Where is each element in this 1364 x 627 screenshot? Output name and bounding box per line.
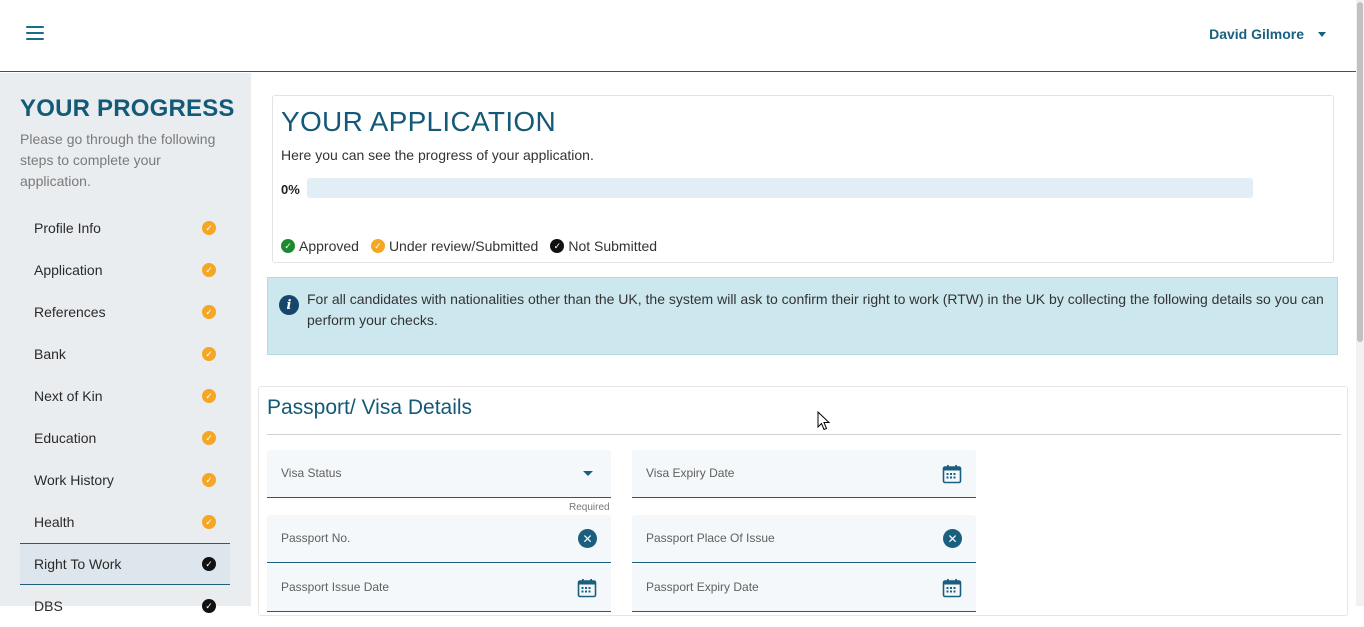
rtw-info-text: For all candidates with nationalities ot…	[307, 291, 1324, 328]
sidebar-step-label: Right To Work	[34, 556, 122, 572]
check-icon: ✓	[202, 431, 216, 445]
application-card: YOUR APPLICATION Here you can see the pr…	[272, 95, 1334, 263]
clear-icon[interactable]: ✕	[578, 529, 597, 548]
sidebar-step-label: Bank	[34, 346, 66, 362]
section-title: Passport/ Visa Details	[267, 396, 473, 419]
check-icon: ✓	[202, 515, 216, 529]
sidebar-step[interactable]: Next of Kin ✓	[20, 375, 230, 417]
passport-visa-section: Passport/ Visa Details Visa Status Requi…	[258, 386, 1348, 616]
check-icon: ✓	[202, 557, 216, 571]
sidebar-step-label: Health	[34, 514, 75, 530]
sidebar-step[interactable]: Right To Work ✓	[20, 543, 230, 585]
visa-status-select[interactable]: Visa Status	[267, 450, 611, 498]
passport-no-label: Passport No.	[281, 531, 351, 545]
legend-label: Under review/Submitted	[388, 238, 539, 254]
user-name: David Gilmore	[1209, 26, 1304, 42]
chevron-down-icon	[583, 471, 593, 476]
sidebar-step-label: Next of Kin	[34, 388, 103, 404]
check-icon: ✓	[202, 347, 216, 361]
legend-item: ✓ Not Submitted	[550, 238, 657, 254]
sidebar-step-label: References	[34, 304, 106, 320]
sidebar-step[interactable]: References ✓	[20, 291, 230, 333]
steps-list: Profile Info ✓ Application ✓ References ✓ Bank…	[20, 207, 230, 627]
sidebar-step[interactable]: Bank ✓	[20, 333, 230, 375]
calendar-icon[interactable]	[577, 578, 597, 603]
visa-expiry-field[interactable]: Visa Expiry Date	[632, 450, 976, 498]
chevron-down-icon	[1318, 31, 1326, 37]
sidebar-step-label: Work History	[34, 472, 114, 488]
legend-label: Approved	[299, 238, 359, 254]
passport-expiry-label: Passport Expiry Date	[646, 580, 759, 594]
check-icon: ✓	[202, 305, 216, 319]
sidebar-step[interactable]: Health ✓	[20, 501, 230, 543]
sidebar-step-label: Profile Info	[34, 220, 101, 236]
legend-item: ✓ Under review/Submitted	[370, 238, 539, 254]
visa-expiry-label: Visa Expiry Date	[646, 466, 735, 480]
check-icon: ✓	[202, 473, 216, 487]
required-hint: Required	[569, 502, 610, 513]
passport-place-field[interactable]: Passport Place Of Issue ✕	[632, 515, 976, 563]
progress-bar	[307, 178, 1253, 198]
application-subtitle: Here you can see the progress of your ap…	[281, 147, 594, 163]
sidebar-step[interactable]: Profile Info ✓	[20, 207, 230, 249]
check-icon: ✓	[550, 239, 565, 253]
check-icon: ✓	[202, 263, 216, 277]
check-icon: ✓	[202, 599, 216, 613]
passport-issue-label: Passport Issue Date	[281, 580, 390, 594]
user-menu[interactable]: David Gilmore	[1209, 26, 1326, 42]
status-legend: ✓ Approved ✓ Under review/Submitted ✓ Not Sub…	[281, 238, 657, 254]
page-scrollbar[interactable]	[1356, 0, 1364, 606]
calendar-icon[interactable]	[942, 578, 962, 603]
application-title: YOUR APPLICATION	[281, 106, 557, 137]
sidebar-title: YOUR PROGRESS	[20, 95, 235, 122]
sidebar-step[interactable]: Education ✓	[20, 417, 230, 459]
legend-item: ✓ Approved	[281, 238, 359, 254]
calendar-icon[interactable]	[942, 464, 962, 489]
sidebar-step[interactable]: DBS ✓	[20, 585, 230, 627]
rtw-info-banner: i For all candidates with nationalities …	[267, 277, 1338, 355]
passport-issue-date-field[interactable]: Passport Issue Date	[267, 564, 611, 612]
sidebar-step-label: Application	[34, 262, 103, 278]
passport-place-label: Passport Place Of Issue	[646, 531, 775, 545]
progress-sidebar: YOUR PROGRESS Please go through the foll…	[0, 73, 251, 614]
check-icon: ✓	[281, 239, 295, 253]
sidebar-step-label: DBS	[34, 598, 63, 614]
mouse-cursor-icon	[817, 411, 831, 431]
clear-icon[interactable]: ✕	[943, 529, 962, 548]
passport-expiry-date-field[interactable]: Passport Expiry Date	[632, 564, 976, 612]
sidebar-intro: Please go through the following steps to…	[20, 131, 216, 189]
sidebar-step[interactable]: Application ✓	[20, 249, 230, 291]
visa-status-label: Visa Status	[281, 466, 342, 480]
sidebar-step-label: Education	[34, 430, 97, 446]
divider	[267, 434, 1341, 435]
sidebar-step[interactable]: Work History ✓	[20, 459, 230, 501]
check-icon: ✓	[202, 221, 216, 235]
info-icon: i	[279, 295, 299, 315]
passport-no-field[interactable]: Passport No. ✕	[267, 515, 611, 563]
check-icon: ✓	[202, 389, 216, 403]
scrollbar-thumb[interactable]	[1357, 2, 1363, 342]
check-icon: ✓	[370, 239, 385, 253]
top-bar: David Gilmore	[0, 0, 1356, 72]
progress-percent: 0%	[281, 182, 300, 197]
legend-label: Not Submitted	[568, 238, 658, 254]
menu-icon[interactable]	[26, 26, 44, 42]
